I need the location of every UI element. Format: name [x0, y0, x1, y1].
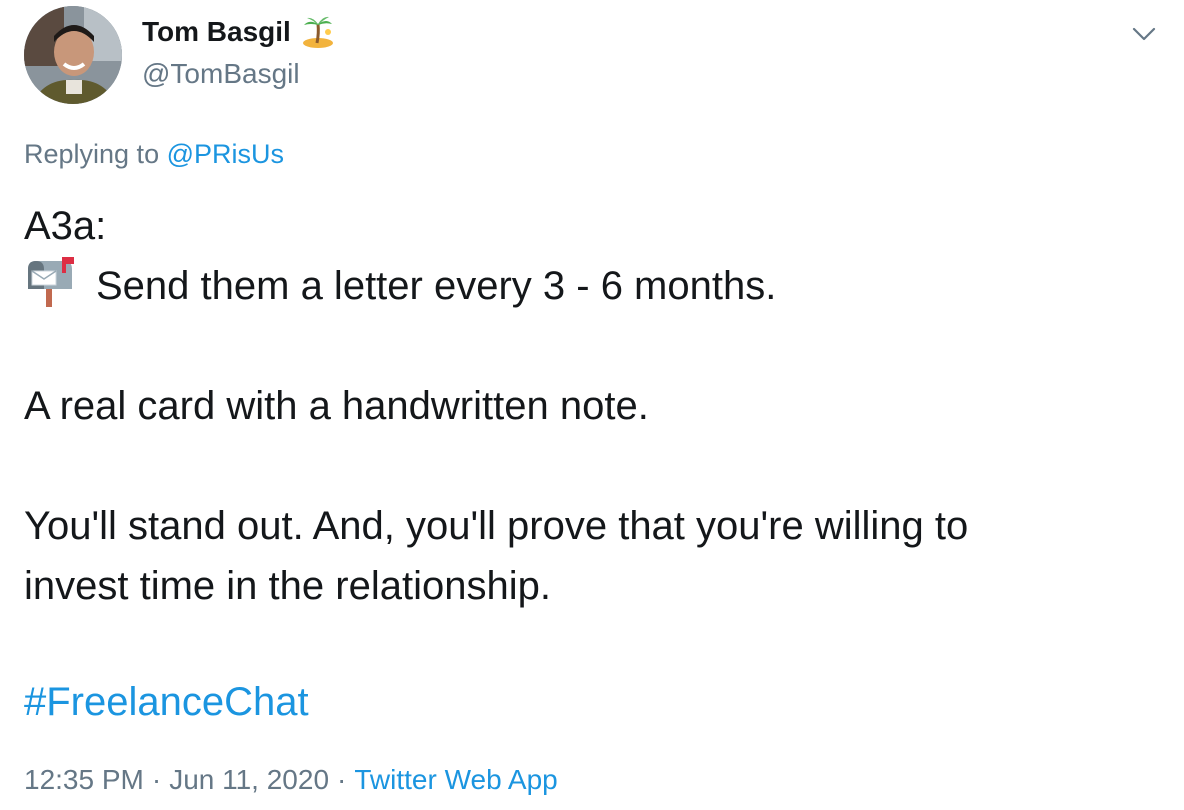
island-palm-tree-emoji — [302, 16, 333, 48]
tweet-text: A3a: Send them a letter every 3 - 6 mont… — [24, 196, 1144, 616]
tweet-text-line-content: Send them a letter every 3 - 6 months. — [96, 264, 777, 308]
hashtag-link[interactable]: #FreelanceChat — [24, 672, 309, 732]
tweet-text-line: A real card with a handwritten note. — [24, 384, 649, 428]
tweet-text-line: You'll stand out. And, you'll prove that… — [24, 504, 969, 548]
avatar-image — [24, 6, 122, 104]
author-handle[interactable]: @TomBasgil — [142, 56, 300, 92]
chevron-down-icon[interactable] — [1128, 18, 1160, 50]
meta-separator: · — [151, 764, 162, 795]
tweet-text-line: invest time in the relationship. — [24, 564, 551, 608]
tweet-meta: 12:35 PM · Jun 11, 2020 · Twitter Web App — [24, 760, 558, 800]
mailbox-icon — [28, 257, 74, 307]
tweet-time[interactable]: 12:35 PM — [24, 764, 144, 795]
tweet-source-link[interactable]: Twitter Web App — [354, 764, 557, 795]
replying-to-mention[interactable]: @PRisUs — [167, 139, 284, 169]
author-display-name[interactable]: Tom Basgil — [142, 14, 291, 50]
author-name-row: Tom Basgil — [142, 14, 335, 50]
replying-to: Replying to @PRisUs — [24, 136, 284, 172]
tweet-text-line: A3a: — [24, 204, 107, 248]
meta-separator: · — [337, 764, 347, 795]
tweet-date[interactable]: Jun 11, 2020 — [169, 764, 329, 795]
tweet-card: Tom Basgil @TomBasgil Replying to @PRisU… — [0, 0, 1184, 810]
tweet-text-line: Send them a letter every 3 - 6 months. — [24, 256, 1144, 316]
replying-to-label: Replying to — [24, 139, 160, 169]
avatar[interactable] — [24, 6, 122, 104]
